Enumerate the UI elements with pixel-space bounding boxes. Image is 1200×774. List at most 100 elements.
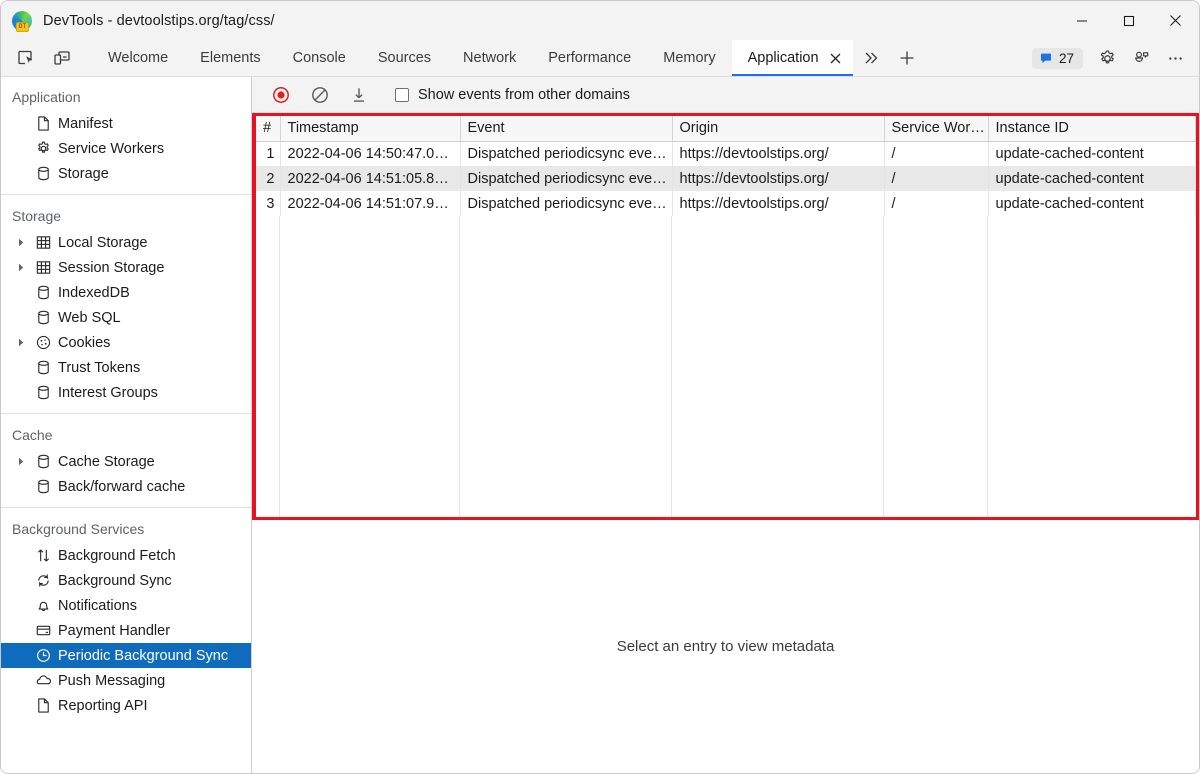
table-icon [30, 259, 56, 276]
issues-badge[interactable]: 27 [1032, 48, 1083, 69]
show-other-domains-checkbox[interactable]: Show events from other domains [395, 87, 630, 103]
document-icon [30, 697, 56, 714]
checkbox-box[interactable] [395, 88, 409, 102]
tab-welcome[interactable]: Welcome [92, 40, 184, 76]
tab-memory[interactable]: Memory [647, 40, 731, 76]
table-row[interactable]: 1 2022-04-06 14:50:47.0… Dispatched peri… [256, 141, 1196, 166]
more-tabs-icon[interactable] [853, 40, 889, 76]
database-icon [30, 284, 56, 301]
add-tab-icon[interactable] [889, 40, 925, 76]
sidebar-item-indexeddb[interactable]: IndexedDB [1, 280, 251, 305]
sidebar-item-label: Notifications [56, 598, 137, 614]
sidebar-item-label: Service Workers [56, 141, 164, 157]
tab-label: Welcome [108, 50, 168, 66]
sidebar-item-reporting-api[interactable]: Reporting API [1, 693, 251, 718]
section-title: Storage [1, 204, 251, 230]
sidebar-item-cache-storage[interactable]: Cache Storage [1, 449, 251, 474]
cell-instance-id: update-cached-content [988, 166, 1196, 191]
sidebar-item-label: Interest Groups [56, 385, 158, 401]
tab-label: Application [748, 50, 819, 66]
sidebar-item-periodic-background-sync[interactable]: Periodic Background Sync [1, 643, 251, 668]
section-title: Background Services [1, 517, 251, 543]
sync-icon [30, 572, 56, 589]
cell-event: Dispatched periodicsync eve… [460, 191, 672, 216]
clock-icon [30, 647, 56, 664]
database-icon [30, 478, 56, 495]
table-row[interactable]: 3 2022-04-06 14:51:07.9… Dispatched peri… [256, 191, 1196, 216]
events-table-body: 1 2022-04-06 14:50:47.0… Dispatched peri… [256, 141, 1196, 216]
chevron-right-icon[interactable] [12, 338, 30, 347]
sidebar-item-web-sql[interactable]: Web SQL [1, 305, 251, 330]
column-header-instance-id[interactable]: Instance ID [988, 116, 1196, 141]
database-icon [30, 309, 56, 326]
maximize-button[interactable] [1105, 1, 1152, 40]
record-button[interactable] [266, 82, 296, 108]
sidebar-item-background-sync[interactable]: Background Sync [1, 568, 251, 593]
clear-button[interactable] [305, 82, 335, 108]
tab-console[interactable]: Console [277, 40, 362, 76]
sidebar-item-storage[interactable]: Storage [1, 161, 251, 186]
bell-icon [30, 597, 56, 614]
sidebar-item-label: Session Storage [56, 260, 164, 276]
sidebar-item-background-fetch[interactable]: Background Fetch [1, 543, 251, 568]
inspect-element-icon[interactable] [8, 40, 44, 76]
device-toolbar-icon[interactable] [44, 40, 80, 76]
cell-timestamp: 2022-04-06 14:51:07.9… [280, 191, 460, 216]
column-header-index[interactable]: # [256, 116, 280, 141]
cell-origin: https://devtoolstips.org/ [672, 141, 884, 166]
table-row[interactable]: 2 2022-04-06 14:51:05.8… Dispatched peri… [256, 166, 1196, 191]
metadata-pane: Select an entry to view metadata [252, 520, 1199, 773]
sidebar-item-interest-groups[interactable]: Interest Groups [1, 380, 251, 405]
window-controls [1058, 1, 1199, 40]
tab-label: Network [463, 50, 516, 66]
column-header-origin[interactable]: Origin [672, 116, 884, 141]
tab-label: Console [293, 50, 346, 66]
empty-grid-lines [256, 216, 1196, 517]
column-header-service-worker[interactable]: Service Wor… [884, 116, 988, 141]
card-icon [30, 622, 56, 639]
sidebar-item-back-forward-cache[interactable]: Back/forward cache [1, 474, 251, 499]
sidebar-item-session-storage[interactable]: Session Storage [1, 255, 251, 280]
database-icon [30, 453, 56, 470]
cookie-icon [30, 334, 56, 351]
tab-sources[interactable]: Sources [362, 40, 447, 76]
gear-icon [30, 140, 56, 157]
chevron-right-icon[interactable] [12, 238, 30, 247]
gear-icon[interactable] [1091, 44, 1123, 72]
chevron-right-icon[interactable] [12, 263, 30, 272]
events-table-head: # Timestamp Event Origin Service Wor… In… [256, 116, 1196, 141]
minimize-button[interactable] [1058, 1, 1105, 40]
tab-label: Sources [378, 50, 431, 66]
tab-elements[interactable]: Elements [184, 40, 276, 76]
cell-service-worker: / [884, 191, 988, 216]
sidebar-item-label: Web SQL [56, 310, 121, 326]
cell-timestamp: 2022-04-06 14:51:05.8… [280, 166, 460, 191]
sidebar-item-service-workers[interactable]: Service Workers [1, 136, 251, 161]
cell-timestamp: 2022-04-06 14:50:47.0… [280, 141, 460, 166]
tab-performance[interactable]: Performance [532, 40, 647, 76]
app-logo: DT [12, 11, 32, 31]
more-options-icon[interactable] [1159, 44, 1191, 72]
sidebar-item-cookies[interactable]: Cookies [1, 330, 251, 355]
sidebar-item-payment-handler[interactable]: Payment Handler [1, 618, 251, 643]
close-button[interactable] [1152, 1, 1199, 40]
tab-application[interactable]: Application [732, 40, 853, 76]
devtools-window: DT DevTools - devtoolstips.org/tag/css/ [0, 0, 1200, 774]
export-button[interactable] [344, 82, 374, 108]
sidebar-item-notifications[interactable]: Notifications [1, 593, 251, 618]
tab-network[interactable]: Network [447, 40, 532, 76]
close-icon[interactable] [828, 50, 844, 66]
sidebar-item-manifest[interactable]: Manifest [1, 111, 251, 136]
sidebar-item-label: Cache Storage [56, 454, 155, 470]
sidebar-item-label: Reporting API [56, 698, 147, 714]
dock-side-icon[interactable] [1125, 44, 1157, 72]
sidebar-item-local-storage[interactable]: Local Storage [1, 230, 251, 255]
column-header-event[interactable]: Event [460, 116, 672, 141]
sidebar-item-trust-tokens[interactable]: Trust Tokens [1, 355, 251, 380]
sidebar-item-label: Periodic Background Sync [56, 648, 228, 664]
cell-event: Dispatched periodicsync eve… [460, 141, 672, 166]
section-title: Cache [1, 423, 251, 449]
sidebar-item-push-messaging[interactable]: Push Messaging [1, 668, 251, 693]
column-header-timestamp[interactable]: Timestamp [280, 116, 460, 141]
chevron-right-icon[interactable] [12, 457, 30, 466]
